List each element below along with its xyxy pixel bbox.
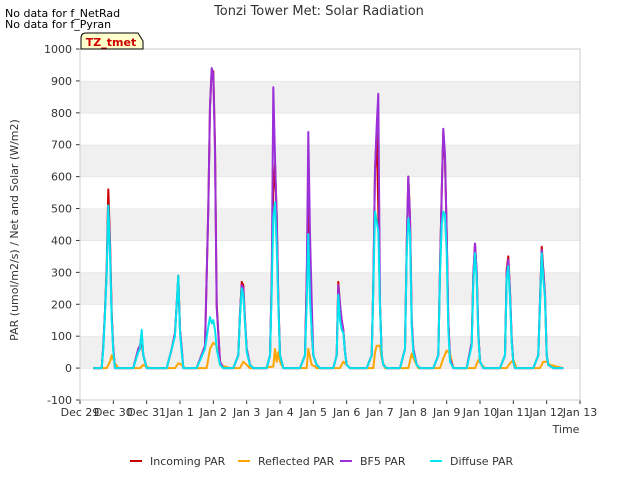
- y-tick-label: 400: [51, 234, 72, 247]
- legend-label: BF5 PAR: [360, 455, 406, 468]
- y-tick-label: 300: [51, 266, 72, 279]
- grid-band: [80, 272, 580, 305]
- legend-label: Incoming PAR: [150, 455, 226, 468]
- grid-band: [80, 144, 580, 177]
- x-tick-label: Jan 1: [165, 406, 193, 419]
- y-tick-label: 700: [51, 139, 72, 152]
- grid-band: [80, 176, 580, 209]
- chart-title: Tonzi Tower Met: Solar Radiation: [213, 4, 424, 19]
- grid-band: [80, 240, 580, 273]
- x-axis-ticks: Dec 29Dec 30Dec 31 Jan 1 Jan 2 Jan 3 Jan 4 Ja…: [61, 400, 597, 419]
- grid-band: [80, 49, 580, 81]
- site-badge: TZ_tmet: [80, 32, 144, 50]
- x-tick-label: Jan 5: [299, 406, 327, 419]
- y-tick-label: 500: [51, 203, 72, 216]
- y-tick-label: 800: [51, 107, 72, 120]
- grid-band: [80, 368, 580, 400]
- x-tick-label: Jan 3: [232, 406, 260, 419]
- legend-label: Reflected PAR: [258, 455, 335, 468]
- y-axis-label: PAR (umol/m2/s) / Net and Solar (W/m2): [8, 119, 21, 341]
- y-tick-label: 600: [51, 171, 72, 184]
- y-tick-label: 900: [51, 75, 72, 88]
- x-tick-label: Jan 10: [462, 406, 497, 419]
- x-tick-label: Jan 6: [332, 406, 360, 419]
- solar-radiation-chart: -10001002003004005006007008009001000 Dec…: [8, 4, 597, 468]
- grid-band: [80, 112, 580, 145]
- x-tick-label: Dec 31: [127, 406, 166, 419]
- x-axis-label: Time: [552, 423, 580, 436]
- grid-band: [80, 208, 580, 241]
- x-tick-label: Jan 13: [562, 406, 597, 419]
- y-tick-label: 200: [51, 298, 72, 311]
- x-tick-label: Jan 2: [199, 406, 227, 419]
- x-tick-label: Jan 4: [265, 406, 293, 419]
- site-badge-label: TZ_tmet: [86, 36, 136, 49]
- x-tick-label: Jan 9: [432, 406, 460, 419]
- grid-band: [80, 80, 580, 113]
- y-tick-label: 100: [51, 330, 72, 343]
- x-tick-label: Jan 11: [495, 406, 530, 419]
- legend-label: Diffuse PAR: [450, 455, 514, 468]
- x-tick-label: Jan 7: [365, 406, 393, 419]
- y-tick-label: 1000: [44, 43, 72, 56]
- y-tick-label: 0: [65, 362, 72, 375]
- legend: Incoming PAR Reflected PAR BF5 PAR Diffuse …: [130, 455, 514, 468]
- x-tick-label: Jan 12: [528, 406, 563, 419]
- x-tick-label: Jan 8: [399, 406, 427, 419]
- y-axis-ticks: -10001002003004005006007008009001000: [44, 43, 80, 407]
